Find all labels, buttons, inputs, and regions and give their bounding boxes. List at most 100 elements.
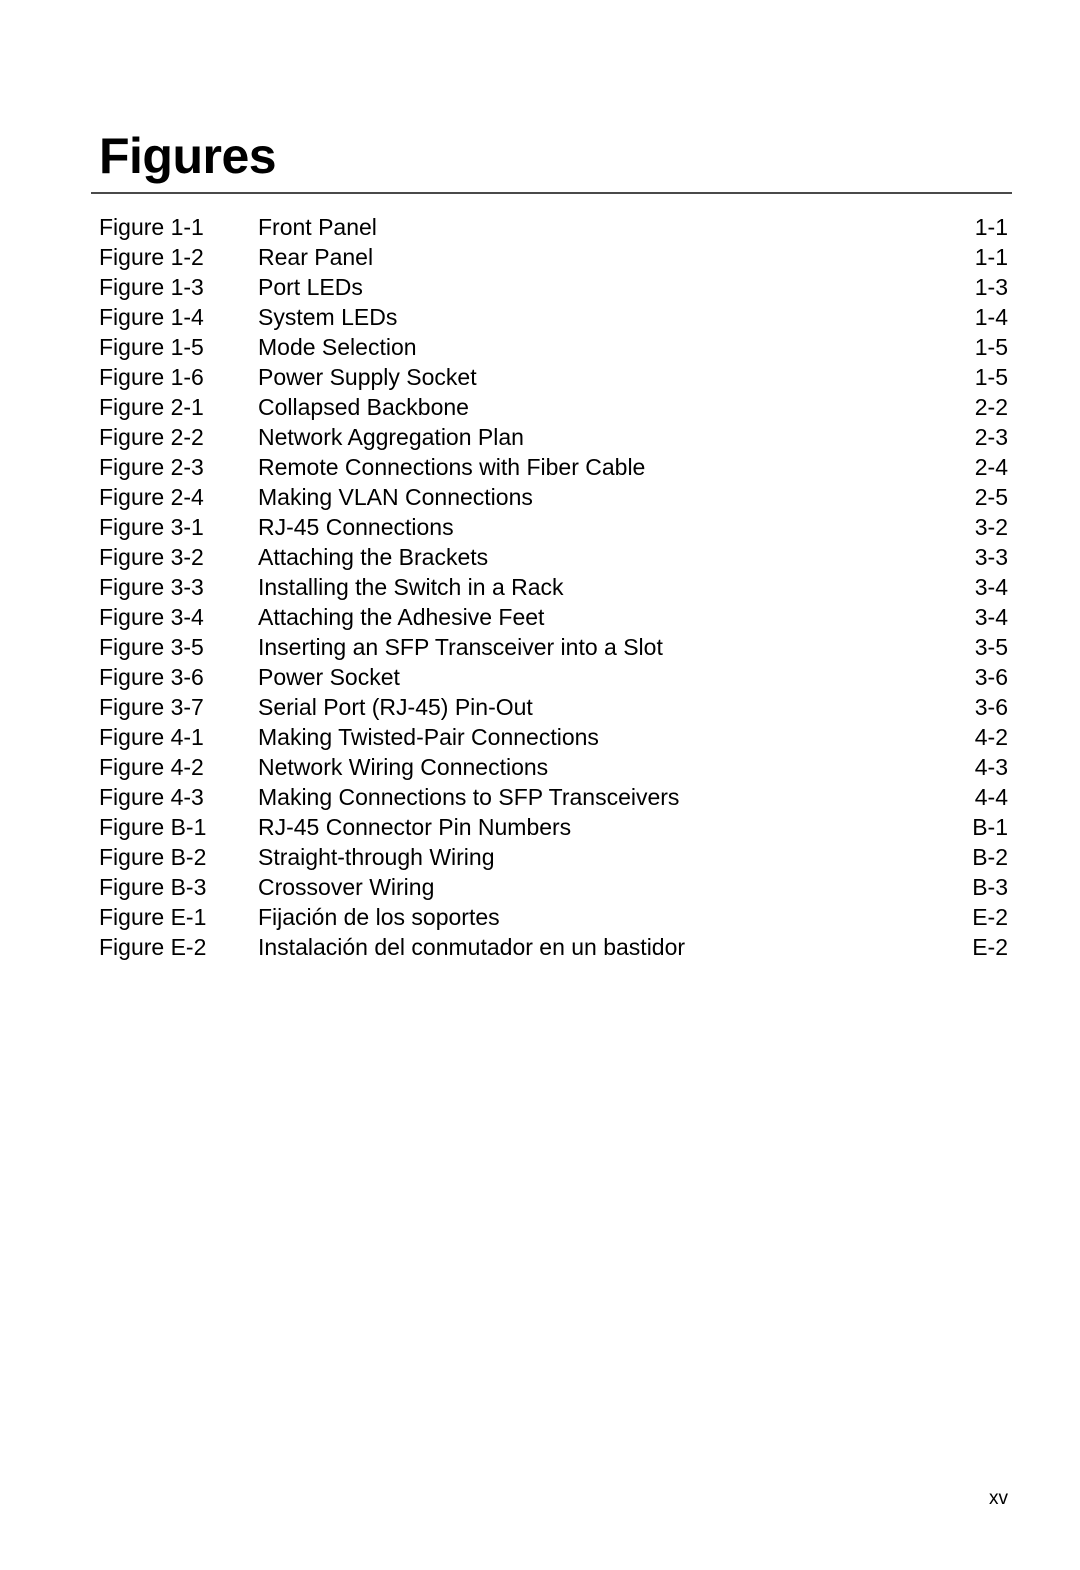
figure-entry-label: Figure 1-5 — [99, 334, 204, 360]
figure-entry-label: Figure 1-2 — [99, 244, 204, 270]
figure-list-entry[interactable]: Figure 2-1 Collapsed Backbone 2-2 — [91, 392, 1012, 422]
title-divider — [91, 192, 1012, 194]
figure-entry-page: 2-3 — [974, 424, 1008, 450]
figure-list-entry[interactable]: Figure 3-3 Installing the Switch in a Rac… — [91, 572, 1012, 602]
page-folio: xv — [989, 1488, 1008, 1509]
figure-entry-label: Figure B-2 — [99, 844, 207, 870]
figure-entry-label: Figure 2-2 — [99, 424, 204, 450]
figure-entry-title: Crossover Wiring — [258, 874, 435, 900]
figure-list-entry[interactable]: Figure 3-6 Power Socket 3-6 — [91, 662, 1012, 692]
figure-entry-title: Rear Panel — [258, 244, 374, 270]
figure-entry-page: 1-1 — [974, 244, 1008, 270]
figure-entry-page: 3-2 — [974, 514, 1008, 540]
figure-entry-page: 1-5 — [974, 364, 1008, 390]
figure-list-entry[interactable]: Figure B-2 Straight-through Wiring B-2 — [91, 842, 1012, 872]
figure-entry-page: 3-5 — [974, 634, 1008, 660]
figure-list-entry[interactable]: Figure 1-2 Rear Panel 1-1 — [91, 242, 1012, 272]
figure-list-entry[interactable]: Figure 1-5 Mode Selection 1-5 — [91, 332, 1012, 362]
figure-entry-title: Remote Connections with Fiber Cable — [258, 454, 646, 480]
figure-list: Figure 1-1 Front Panel 1-1 Figure 1-2 Rear P… — [91, 212, 1012, 962]
figure-list-entry[interactable]: Figure 3-7 Serial Port (RJ-45) Pin-Out 3-6 — [91, 692, 1012, 722]
figure-list-entry[interactable]: Figure B-3 Crossover Wiring B-3 — [91, 872, 1012, 902]
figure-entry-label: Figure 3-1 — [99, 514, 204, 540]
figure-entry-label: Figure B-3 — [99, 874, 207, 900]
figure-list-entry[interactable]: Figure 1-1 Front Panel 1-1 — [91, 212, 1012, 242]
figure-entry-label: Figure 4-1 — [99, 724, 204, 750]
figure-entry-title: Serial Port (RJ-45) Pin-Out — [258, 694, 533, 720]
figure-list-entry[interactable]: Figure 3-5 Inserting an SFP Transceiver i… — [91, 632, 1012, 662]
figure-entry-title: Inserting an SFP Transceiver into a Slot — [258, 634, 663, 660]
document-page: Figures Figure 1-1 Front Panel 1-1 Figure 1… — [0, 0, 1080, 1570]
figure-entry-page: 2-2 — [974, 394, 1008, 420]
figure-list-entry[interactable]: Figure 4-3 Making Connections to SFP Tran… — [91, 782, 1012, 812]
figure-entry-title: Network Aggregation Plan — [258, 424, 524, 450]
figure-entry-page: B-2 — [972, 844, 1008, 870]
figure-entry-title: Front Panel — [258, 214, 377, 240]
figure-entry-page: 4-3 — [974, 754, 1008, 780]
figure-entry-title: Making Twisted-Pair Connections — [258, 724, 599, 750]
figure-list-entry[interactable]: Figure 3-1 RJ-45 Connections 3-2 — [91, 512, 1012, 542]
figure-list-entry[interactable]: Figure 2-3 Remote Connections with Fiber … — [91, 452, 1012, 482]
figure-entry-label: Figure 4-2 — [99, 754, 204, 780]
figure-entry-label: Figure 3-7 — [99, 694, 204, 720]
figure-entry-page: E-2 — [972, 904, 1008, 930]
figure-list-entry[interactable]: Figure B-1 RJ-45 Connector Pin Numbers B-1 — [91, 812, 1012, 842]
figure-list-entry[interactable]: Figure E-1 Fijación de los soportes E-2 — [91, 902, 1012, 932]
figure-entry-page: B-3 — [972, 874, 1008, 900]
figure-entry-title: Port LEDs — [258, 274, 363, 300]
figure-entry-page: 1-3 — [974, 274, 1008, 300]
figure-entry-page: 3-3 — [974, 544, 1008, 570]
figure-entry-page: 2-5 — [974, 484, 1008, 510]
figure-entry-title: RJ-45 Connector Pin Numbers — [258, 814, 572, 840]
figure-entry-label: Figure 3-2 — [99, 544, 204, 570]
figure-list-entry[interactable]: Figure E-2 Instalación del conmutador en … — [91, 932, 1012, 962]
figure-entry-label: Figure 1-1 — [99, 214, 204, 240]
figure-entry-title: RJ-45 Connections — [258, 514, 454, 540]
figure-entry-label: Figure 3-4 — [99, 604, 204, 630]
figure-entry-label: Figure 2-4 — [99, 484, 204, 510]
figure-list-entry[interactable]: Figure 1-4 System LEDs 1-4 — [91, 302, 1012, 332]
figure-list-entry[interactable]: Figure 4-1 Making Twisted-Pair Connection… — [91, 722, 1012, 752]
figure-entry-title: Power Supply Socket — [258, 364, 477, 390]
figure-entry-page: B-1 — [972, 814, 1008, 840]
figure-entry-page: 1-5 — [974, 334, 1008, 360]
figure-entry-page: 2-4 — [974, 454, 1008, 480]
figure-entry-label: Figure 2-1 — [99, 394, 204, 420]
figure-list-entry[interactable]: Figure 3-2 Attaching the Brackets 3-3 — [91, 542, 1012, 572]
figure-entry-title: Straight-through Wiring — [258, 844, 495, 870]
figure-entry-title: Collapsed Backbone — [258, 394, 469, 420]
figure-entry-label: Figure B-1 — [99, 814, 207, 840]
figure-entry-label: Figure 2-3 — [99, 454, 204, 480]
figure-entry-label: Figure 1-3 — [99, 274, 204, 300]
figure-entry-title: System LEDs — [258, 304, 398, 330]
figure-entry-title: Making Connections to SFP Transceivers — [258, 784, 680, 810]
figure-entry-page: 1-4 — [974, 304, 1008, 330]
figure-entry-label: Figure 3-6 — [99, 664, 204, 690]
figure-entry-page: 4-4 — [974, 784, 1008, 810]
figure-entry-title: Attaching the Adhesive Feet — [258, 604, 545, 630]
figure-entry-title: Power Socket — [258, 664, 400, 690]
figure-entry-page: 3-6 — [974, 694, 1008, 720]
figure-entry-page: 3-6 — [974, 664, 1008, 690]
figure-entry-label: Figure 3-3 — [99, 574, 204, 600]
figure-entry-title: Instalación del conmutador en un bastido… — [258, 934, 686, 960]
figure-entry-label: Figure 1-6 — [99, 364, 204, 390]
figure-list-entry[interactable]: Figure 1-6 Power Supply Socket 1-5 — [91, 362, 1012, 392]
figure-entry-title: Network Wiring Connections — [258, 754, 549, 780]
figure-list-entry[interactable]: Figure 1-3 Port LEDs 1-3 — [91, 272, 1012, 302]
figure-entry-page: 3-4 — [974, 604, 1008, 630]
figure-entry-title: Making VLAN Connections — [258, 484, 533, 510]
figure-list-entry[interactable]: Figure 4-2 Network Wiring Connections 4-3 — [91, 752, 1012, 782]
figure-list-entry[interactable]: Figure 2-4 Making VLAN Connections 2-5 — [91, 482, 1012, 512]
figure-entry-label: Figure 3-5 — [99, 634, 204, 660]
page-title: Figures — [99, 127, 277, 184]
figure-entry-label: Figure E-1 — [99, 904, 207, 930]
figure-entry-title: Installing the Switch in a Rack — [258, 574, 564, 600]
figure-entry-page: 4-2 — [974, 724, 1008, 750]
figure-list-entry[interactable]: Figure 3-4 Attaching the Adhesive Feet 3-4 — [91, 602, 1012, 632]
figure-entry-page: E-2 — [972, 934, 1008, 960]
figure-entry-title: Mode Selection — [258, 334, 417, 360]
figure-entry-page: 1-1 — [974, 214, 1008, 240]
figure-list-entry[interactable]: Figure 2-2 Network Aggregation Plan 2-3 — [91, 422, 1012, 452]
figure-entry-page: 3-4 — [974, 574, 1008, 600]
